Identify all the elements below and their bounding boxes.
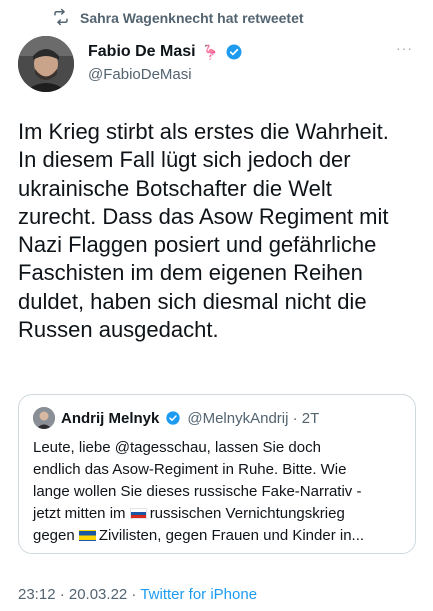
author-handle[interactable]: @FabioDeMasi [88, 66, 192, 83]
more-options-icon[interactable]: ··· [396, 40, 413, 56]
tweet-header: Fabio De Masi 🦩 @FabioDeMasi ··· [18, 36, 415, 94]
author-name[interactable]: Fabio De Masi [88, 43, 196, 61]
tweet-source-link[interactable]: Twitter for iPhone [140, 586, 257, 603]
tweet-text: Im Krieg stirbt als erstes die Wahrheit.… [18, 118, 418, 344]
retweet-indicator[interactable]: Sahra Wagenknecht hat retweetet [52, 8, 304, 28]
tweet-line: Faschisten im dem eigenen Reihen [18, 260, 363, 286]
retweet-icon [52, 8, 70, 29]
tweet-timestamp[interactable]: 23:12 · 20.03.22 · [18, 586, 140, 603]
quoted-line: jetzt mitten im russischen Vernichtungsk… [33, 505, 345, 522]
tweet-line: Nazi Flaggen posiert und gefährliche [18, 232, 377, 258]
tweet-line: ukrainische Botschafter die Welt [18, 175, 332, 201]
ukraine-flag-icon [78, 530, 96, 541]
retweet-label: Sahra Wagenknecht hat retweetet [80, 10, 304, 26]
tweet-line: Im Krieg stirbt als erstes die Wahrheit. [18, 119, 389, 144]
tweet-line: zurecht. Dass das Asow Regiment mit [18, 203, 389, 229]
flamingo-emoji: 🦩 [201, 44, 220, 60]
quoted-line: Leute, liebe @tagesschau, lassen Sie doc… [33, 439, 321, 456]
verified-badge-icon [165, 410, 181, 426]
russia-flag-icon [129, 508, 147, 519]
quoted-tweet[interactable]: Andrij Melnyk @MelnykAndrij · 2T Leute, … [18, 394, 416, 554]
quoted-line: lange wollen Sie dieses russische Fake-N… [33, 483, 362, 500]
quoted-tweet-text: Leute, liebe @tagesschau, lassen Sie doc… [33, 437, 405, 547]
tweet-line: Russen ausgedacht. [18, 317, 219, 343]
tweet-footer: 23:12 · 20.03.22 · Twitter for iPhone [18, 586, 257, 603]
quoted-handle-time: @MelnykAndrij · 2T [187, 409, 320, 427]
quoted-line: gegen Zivilisten, gegen Frauen und Kinde… [33, 527, 365, 544]
tweet-line: duldet, haben sich diesmal nicht die [18, 288, 367, 314]
quoted-author-avatar [33, 407, 55, 429]
verified-badge-icon [225, 43, 243, 61]
quoted-line: endlich das Asow-Regiment in Ruhe. Bitte… [33, 461, 347, 478]
author-avatar[interactable] [18, 36, 74, 92]
tweet-line: In diesem Fall lügt sich jedoch der [18, 147, 351, 173]
quoted-author-name: Andrij Melnyk [61, 409, 160, 427]
